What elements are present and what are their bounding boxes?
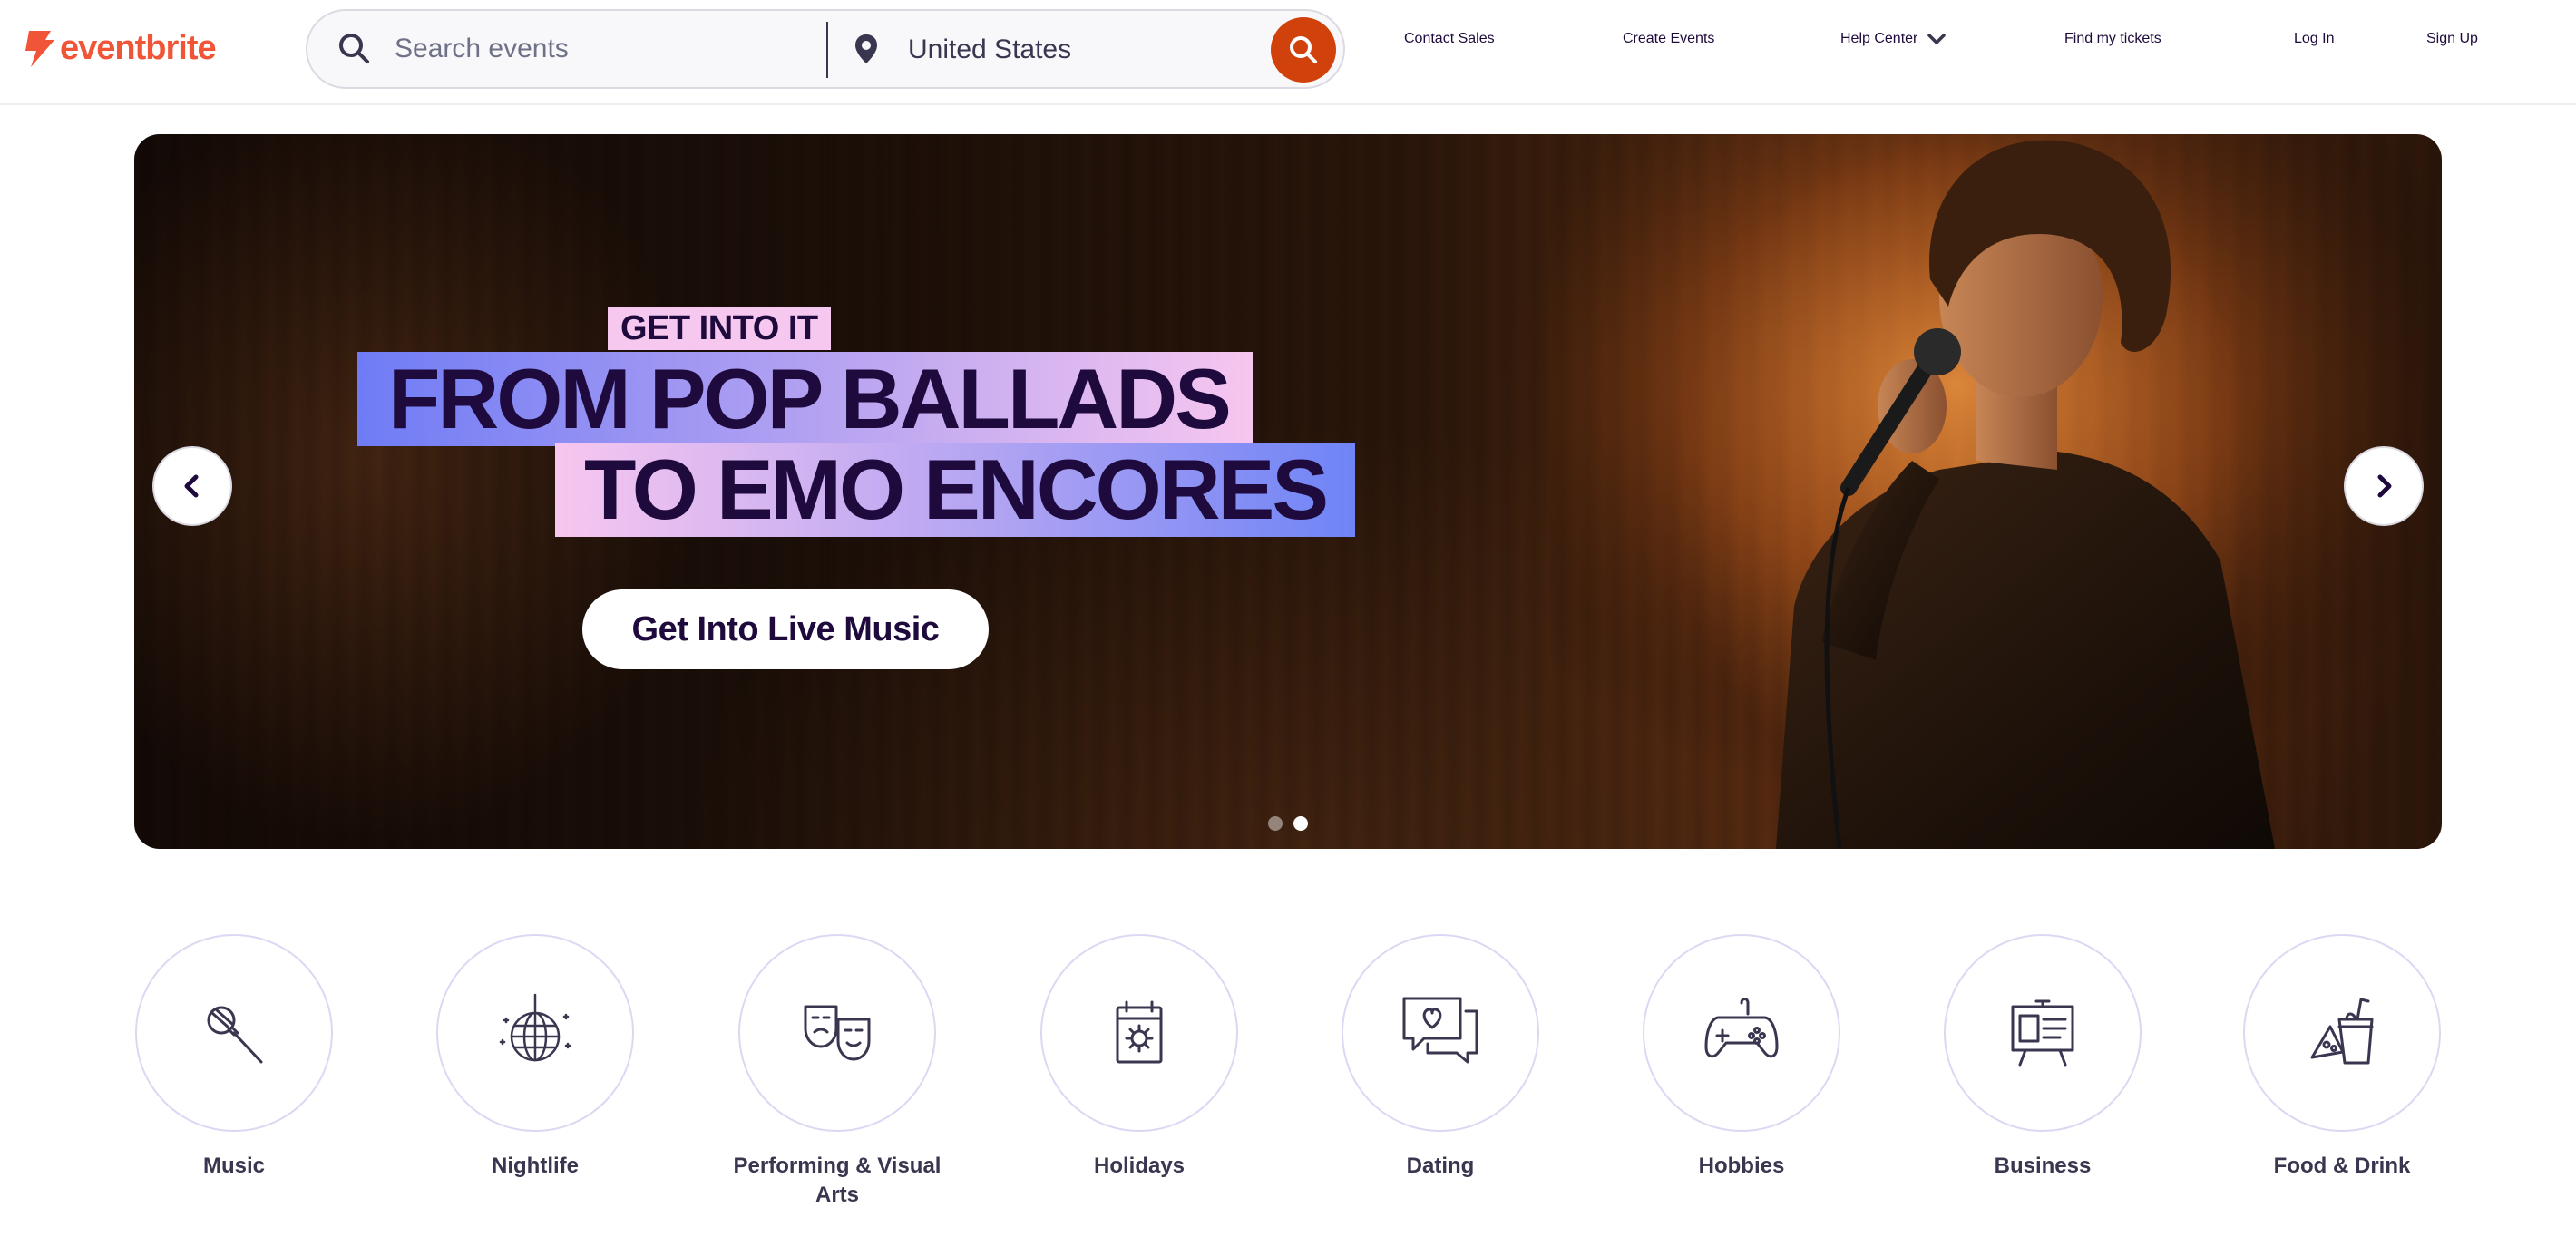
nav-find-tickets[interactable]: Find my tickets: [2064, 31, 2161, 47]
nav-help-center[interactable]: Help Center: [1840, 31, 1947, 47]
category-list: Music Nightlife Performing & Visual Arts…: [134, 934, 2442, 1224]
search-bar: United States: [306, 9, 1345, 89]
category-label: Holidays: [1093, 1154, 1186, 1178]
hero-singer-image: [1549, 134, 2442, 849]
help-center-label: Help Center: [1840, 31, 1918, 46]
hero-carousel: GET INTO IT FROM POP BALLADS TO EMO ENCO…: [134, 134, 2442, 849]
food-drink-icon: [2310, 998, 2374, 1065]
theater-masks-icon: [804, 1005, 871, 1061]
chat-heart-icon: [1402, 997, 1478, 1064]
nav-create-events[interactable]: Create Events: [1623, 31, 1714, 47]
search-icon: [335, 29, 375, 69]
category-label: Music: [202, 1154, 265, 1178]
category-circle: [738, 934, 936, 1132]
category-circle: [1342, 934, 1539, 1132]
category-nightlife[interactable]: Nightlife: [435, 934, 635, 1181]
brand-name: eventbrite: [60, 28, 217, 67]
search-submit-icon: [1290, 36, 1317, 63]
carousel-previous-button[interactable]: [152, 446, 232, 526]
category-food-drink[interactable]: Food & Drink: [2242, 934, 2442, 1181]
site-header: eventbrite United States Contact Sales C…: [0, 0, 2576, 105]
category-performing-visual-arts[interactable]: Performing & Visual Arts: [734, 934, 941, 1210]
nav-log-in[interactable]: Log In: [2294, 31, 2334, 47]
category-label: Business: [1994, 1154, 2092, 1178]
category-hobbies[interactable]: Hobbies: [1642, 934, 1841, 1181]
category-label: Performing & Visual Arts: [733, 1154, 942, 1207]
location-field[interactable]: United States: [908, 34, 1071, 65]
category-business[interactable]: Business: [1943, 934, 2142, 1181]
hero-kicker: GET INTO IT: [608, 307, 831, 350]
search-divider: [826, 22, 828, 78]
category-label: Food & Drink: [2273, 1154, 2411, 1178]
carousel-dots: [1268, 816, 1308, 831]
eventbrite-logo[interactable]: eventbrite: [24, 25, 217, 71]
category-holidays[interactable]: Holidays: [1039, 934, 1239, 1181]
chevron-down-icon: [1927, 34, 1947, 44]
presentation-board-icon: [2011, 999, 2074, 1067]
carousel-dot-2[interactable]: [1293, 816, 1308, 831]
chevron-right-icon: [2377, 474, 2392, 498]
category-music[interactable]: Music: [134, 934, 334, 1181]
hero-headline-line-2: TO EMO ENCORES: [555, 443, 1356, 537]
category-circle: [436, 934, 634, 1132]
nav-sign-up[interactable]: Sign Up: [2426, 31, 2478, 47]
calendar-sun-icon: [1116, 1000, 1163, 1064]
category-label: Dating: [1406, 1154, 1475, 1178]
category-label: Hobbies: [1698, 1154, 1785, 1178]
microphone-icon: [207, 1006, 263, 1064]
chevron-left-icon: [184, 474, 199, 498]
game-controller-icon: [1704, 998, 1779, 1058]
disco-ball-icon: [499, 993, 571, 1062]
category-circle: [1040, 934, 1238, 1132]
hero-headline-line-1: FROM POP BALLADS: [357, 352, 1253, 446]
carousel-dot-1[interactable]: [1268, 816, 1283, 831]
search-button[interactable]: [1271, 17, 1336, 83]
category-circle: [1643, 934, 1840, 1132]
category-circle: [1944, 934, 2142, 1132]
category-circle: [2243, 934, 2441, 1132]
category-dating[interactable]: Dating: [1341, 934, 1540, 1181]
category-label: Nightlife: [492, 1154, 579, 1178]
carousel-next-button[interactable]: [2344, 446, 2424, 526]
eventbrite-logo-icon: [25, 31, 54, 67]
category-circle: [135, 934, 333, 1132]
hero-cta-button[interactable]: Get Into Live Music: [582, 589, 989, 669]
location-pin-icon: [848, 31, 884, 67]
nav-contact-sales[interactable]: Contact Sales: [1404, 31, 1495, 47]
